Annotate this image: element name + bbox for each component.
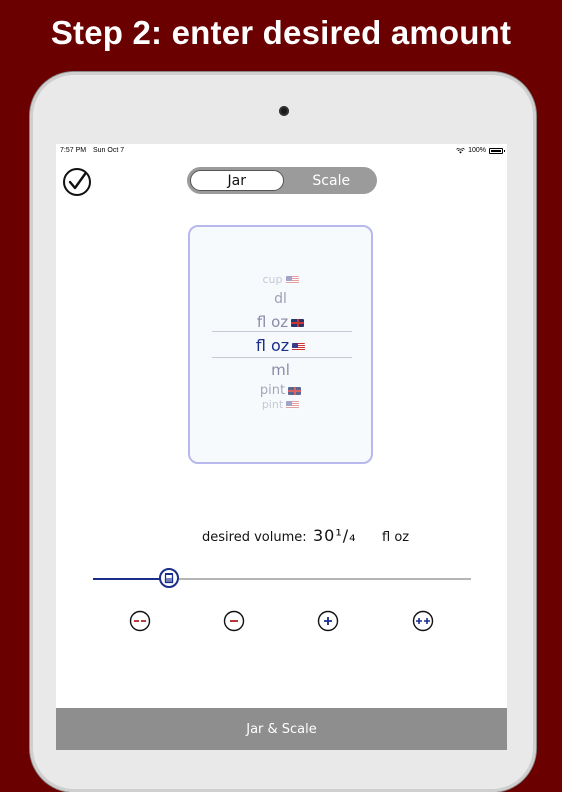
selection-line-bottom <box>212 357 352 358</box>
slider-fill <box>93 578 169 580</box>
picker-item-selected[interactable]: fl oz <box>190 336 371 355</box>
desired-volume-value: 30¹/₄ <box>313 526 357 545</box>
desired-volume-unit: fl oz <box>382 530 410 545</box>
large-increase-button[interactable] <box>412 610 434 632</box>
picker-item-label: dl <box>274 291 287 307</box>
battery-percent: 100% <box>468 147 486 154</box>
picker-item-label: pint <box>259 383 286 398</box>
app-footer-title: Jar & Scale <box>56 708 507 750</box>
headline: Step 2: enter desired amount <box>50 14 512 51</box>
mode-segmented-control: Jar Scale <box>187 167 377 194</box>
app-screen: 7:57 PM Sun Oct 7 100% Jar Scale cup dl … <box>56 144 507 750</box>
segment-jar[interactable]: Jar <box>190 170 284 191</box>
status-bar: 7:57 PM Sun Oct 7 100% <box>56 144 507 158</box>
volume-slider[interactable] <box>93 568 471 588</box>
status-date: Sun Oct 7 <box>93 147 125 154</box>
large-decrease-button[interactable] <box>129 610 151 632</box>
checkmark-circle-icon[interactable] <box>62 167 92 197</box>
picker-item-label: pint <box>261 400 284 410</box>
us-flag-icon <box>292 342 306 351</box>
picker-item-label: fl oz <box>256 313 289 331</box>
battery-icon <box>489 147 505 154</box>
desired-volume-label: desired volume: <box>202 530 307 545</box>
camera-icon <box>279 106 289 116</box>
slider-thumb[interactable] <box>159 568 179 588</box>
jar-icon <box>164 573 174 584</box>
us-flag-icon <box>286 401 300 409</box>
picker-item[interactable]: cup <box>190 275 371 285</box>
increase-button[interactable] <box>317 610 339 632</box>
status-right: 100% <box>456 147 505 154</box>
unit-picker[interactable]: cup dl fl oz fl oz ml pint pint <box>188 225 373 464</box>
segment-scale[interactable]: Scale <box>286 167 378 194</box>
selection-line-top <box>212 331 352 332</box>
decrease-button[interactable] <box>223 610 245 632</box>
us-flag-icon <box>285 276 299 284</box>
picker-item[interactable]: pint <box>190 383 371 398</box>
picker-item-label: ml <box>271 361 290 379</box>
uk-flag-icon <box>288 386 302 395</box>
picker-item[interactable]: fl oz <box>190 313 371 331</box>
picker-item[interactable]: pint <box>190 400 371 410</box>
picker-item[interactable]: ml <box>190 361 371 379</box>
picker-item-label: fl oz <box>255 336 290 355</box>
picker-item-label: cup <box>262 275 283 285</box>
picker-item[interactable]: dl <box>190 291 371 307</box>
wifi-icon <box>456 147 465 153</box>
status-time: 7:57 PM <box>60 147 87 154</box>
uk-flag-icon <box>291 318 305 327</box>
